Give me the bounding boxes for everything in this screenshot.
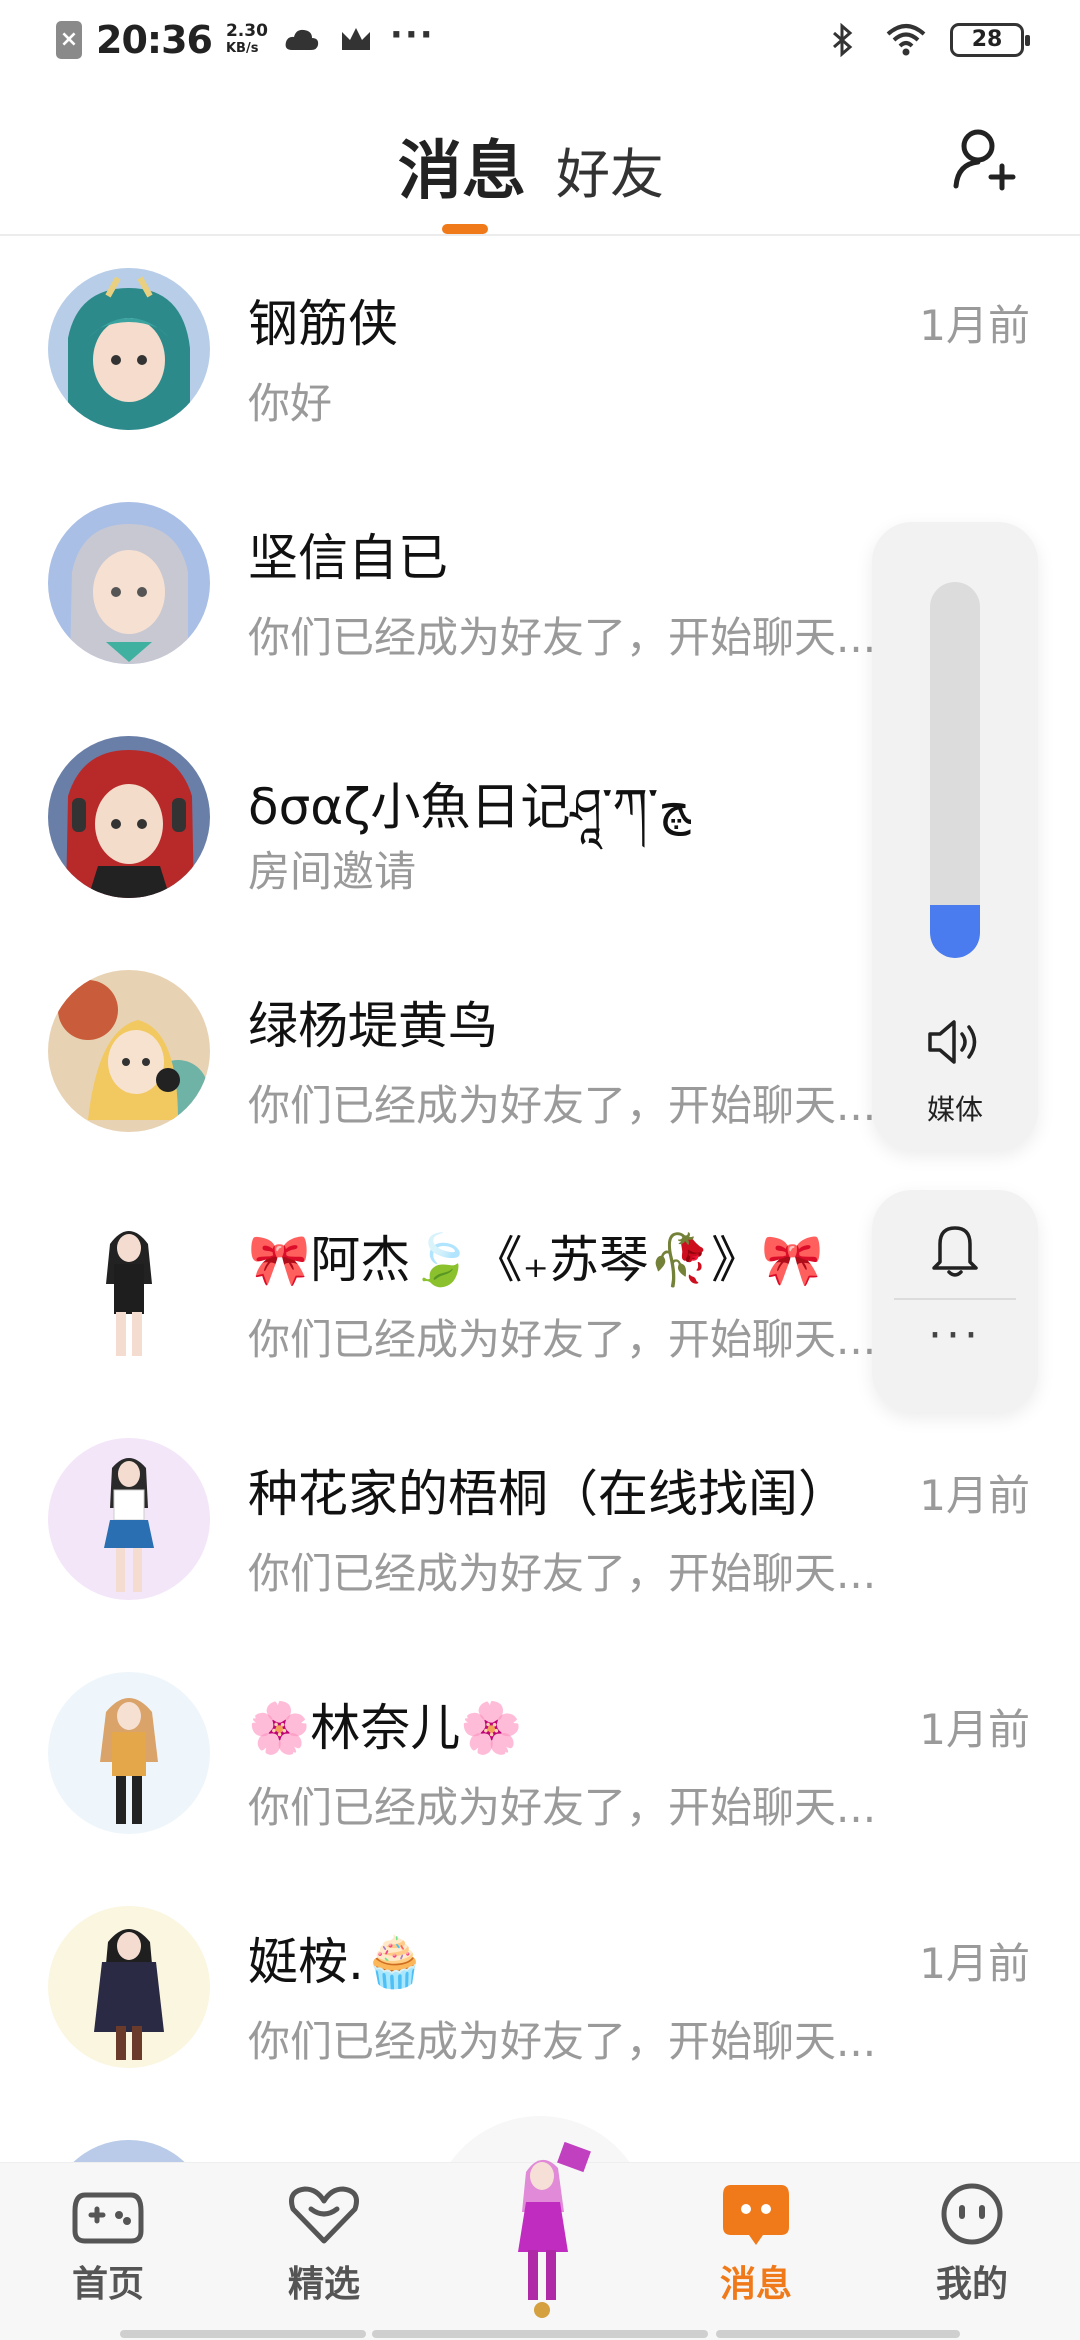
nav-home-label: 首页: [71, 2264, 144, 2305]
ringer-panel: ···: [872, 1190, 1038, 1412]
chat-time: 1月前: [919, 1939, 1030, 1988]
avatar: [48, 1204, 210, 1366]
chat-preview: 你好: [248, 379, 333, 428]
chat-name: 坚信自已: [248, 529, 448, 587]
chat-preview: 房间邀请: [248, 847, 417, 896]
status-time: 20:36: [96, 18, 213, 62]
home-indicator: [372, 2330, 708, 2338]
center-character-avatar[interactable]: [486, 2142, 596, 2322]
chat-list-item[interactable]: 🌸林奈儿🌸 你们已经成为好友了，开始聊天... 1月前: [0, 1640, 1080, 1874]
volume-media-label: 媒体: [926, 1093, 983, 1126]
volume-level: [930, 905, 980, 958]
avatar: [48, 1906, 210, 2068]
chat-list-item[interactable]: 钢筋侠 你好 1月前: [0, 236, 1080, 470]
chat-time: 1月前: [919, 301, 1030, 350]
avatar: [48, 1672, 210, 1834]
network-speed: 2.30 KB/s: [225, 21, 268, 57]
bell-icon[interactable]: [926, 1218, 984, 1280]
add-friend-icon[interactable]: [950, 124, 1020, 194]
speaker-icon[interactable]: [926, 1016, 984, 1068]
chat-preview: 你们已经成为好友了，开始聊天...: [248, 613, 877, 662]
nav-mine[interactable]: 我的: [902, 2181, 1042, 2307]
chat-name: 🎀阿杰🍃《₊苏琴🥀》🎀: [248, 1231, 824, 1289]
diamond-heart-icon: [289, 2186, 359, 2244]
wifi-icon: [886, 24, 926, 56]
cloud-icon: [285, 29, 319, 50]
chat-name: 绿杨堤黄鸟: [248, 997, 498, 1055]
avatar: [48, 970, 210, 1132]
nav-messages-label: 消息: [719, 2264, 792, 2305]
chat-list-item[interactable]: 种花家的梧桐（在线找闺） 你们已经成为好友了，开始聊天... 1月前: [0, 1406, 1080, 1640]
more-options-icon[interactable]: ···: [872, 1310, 1038, 1361]
chat-name: 种花家的梧桐（在线找闺）: [248, 1465, 848, 1523]
chat-preview: 你们已经成为好友了，开始聊天...: [248, 1783, 877, 1832]
chat-name: 🌸林奈儿🌸: [248, 1699, 523, 1757]
avatar: [48, 1438, 210, 1600]
chat-preview: 你们已经成为好友了，开始聊天...: [248, 1549, 877, 1598]
chat-preview: 你们已经成为好友了，开始聊天...: [248, 1315, 877, 1364]
nav-messages[interactable]: 消息: [686, 2181, 826, 2307]
volume-panel: 媒体: [872, 522, 1038, 1150]
status-bar: × 20:36 2.30 KB/s ··· 28: [0, 0, 1080, 88]
more-status-icon: ···: [389, 15, 435, 55]
active-tab-indicator: [442, 224, 488, 234]
chat-time: 1月前: [919, 1471, 1030, 1520]
chat-preview: 你们已经成为好友了，开始聊天...: [248, 1081, 877, 1130]
volume-slider[interactable]: [930, 582, 980, 958]
message-bubble-icon: [723, 2185, 789, 2245]
home-indicator: [120, 2330, 366, 2338]
nav-mine-label: 我的: [935, 2264, 1008, 2305]
page-header: 消息 好友: [0, 88, 1080, 236]
tab-messages[interactable]: 消息: [398, 120, 526, 212]
nav-featured-label: 精选: [287, 2264, 360, 2305]
nav-home[interactable]: 首页: [38, 2181, 178, 2307]
avatar: [48, 502, 210, 664]
nav-featured[interactable]: 精选: [254, 2181, 394, 2307]
battery-indicator: 28: [950, 23, 1030, 57]
home-indicator: [716, 2330, 960, 2338]
bluetooth-icon: [833, 22, 853, 58]
avatar: [48, 268, 210, 430]
divider: [894, 1298, 1016, 1300]
chat-time: 1月前: [919, 1705, 1030, 1754]
chat-name: 钢筋侠: [248, 295, 398, 353]
tab-friends[interactable]: 好友: [556, 130, 664, 209]
notification-close-icon: ×: [56, 21, 82, 59]
avatar: [48, 736, 210, 898]
smiley-icon: [941, 2183, 1003, 2245]
chat-preview: 你们已经成为好友了，开始聊天...: [248, 2017, 877, 2066]
crown-icon: [341, 28, 370, 50]
chat-name: 娗桉.🧁: [248, 1933, 427, 1991]
gamepad-icon: [72, 2192, 144, 2244]
chat-list-item[interactable]: 娗桉.🧁 你们已经成为好友了，开始聊天... 1月前: [0, 1874, 1080, 2108]
